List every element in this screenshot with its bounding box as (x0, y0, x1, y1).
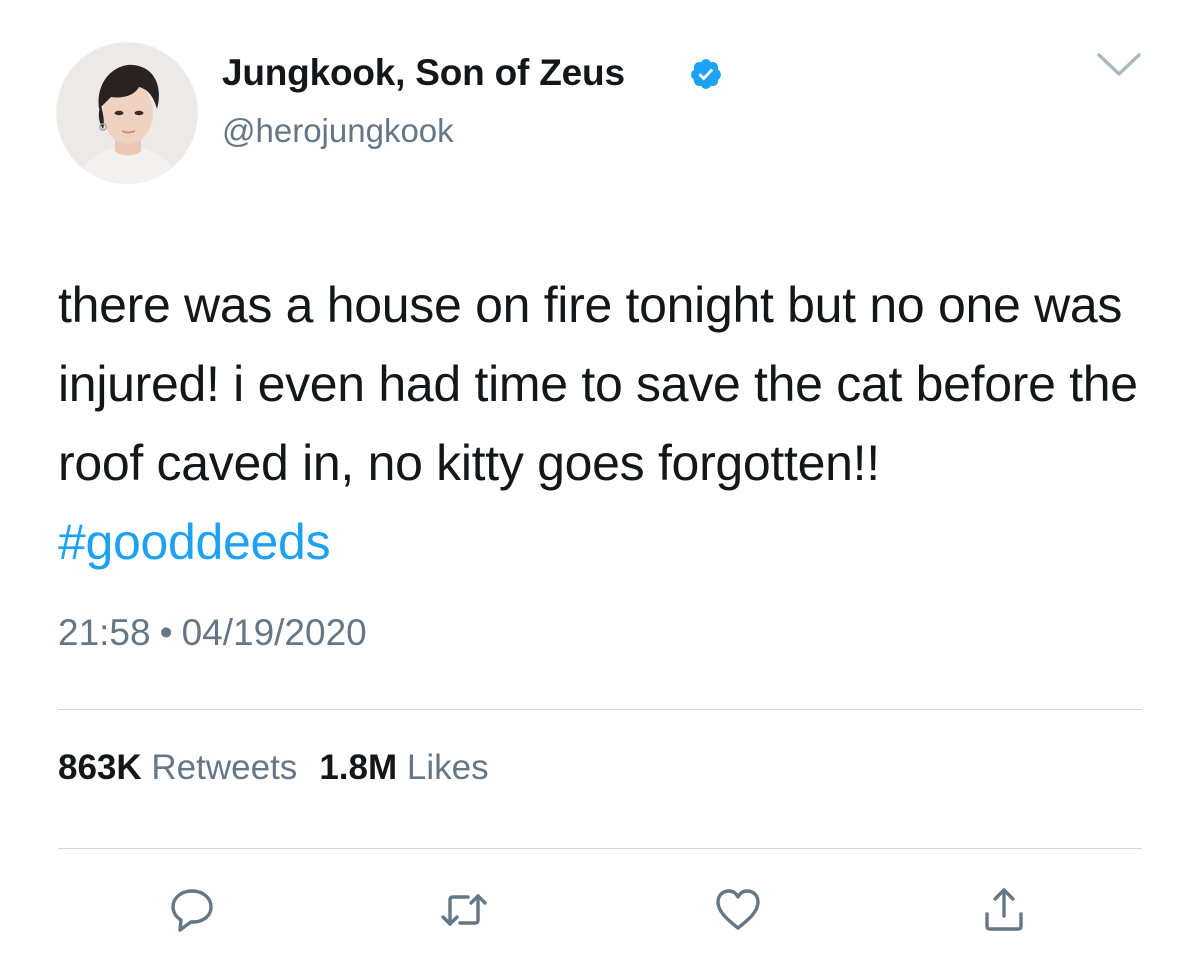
hashtag-link[interactable]: #gooddeeds (58, 514, 331, 570)
retweets-label: Retweets (151, 748, 298, 787)
chevron-down-icon[interactable] (1095, 50, 1143, 80)
likes-count: 1.8M (319, 748, 398, 787)
reply-icon (171, 889, 213, 932)
likes-stat[interactable]: 1.8M Likes (319, 748, 488, 787)
tweet-stats: 863K Retweets 1.8M Likes (58, 748, 489, 788)
display-name[interactable]: Jungkook, Son of Zeus (222, 52, 625, 94)
divider (58, 848, 1142, 849)
reply-button[interactable] (166, 884, 218, 936)
likes-label: Likes (406, 748, 489, 787)
tweet-date: 04/19/2020 (181, 612, 367, 653)
user-handle[interactable]: @herojungkook (222, 112, 454, 150)
profile-photo-icon (57, 43, 197, 183)
heart-icon (716, 889, 760, 930)
retweets-stat[interactable]: 863K Retweets (58, 748, 297, 787)
avatar[interactable] (57, 43, 197, 183)
like-button[interactable] (712, 884, 764, 936)
share-icon (985, 888, 1023, 931)
retweet-button[interactable] (438, 884, 490, 936)
verified-badge-icon (689, 57, 723, 91)
tweet-text: there was a house on fire tonight but no… (58, 266, 1158, 582)
divider (58, 709, 1142, 710)
share-button[interactable] (978, 884, 1030, 936)
retweets-count: 863K (58, 748, 142, 787)
tweet-body: there was a house on fire tonight but no… (58, 277, 1138, 491)
retweet-icon (441, 894, 487, 926)
tweet-time: 21:58 (58, 612, 151, 653)
tweet-timestamp[interactable]: 21:58 • 04/19/2020 (58, 612, 367, 654)
separator-dot: • (159, 612, 173, 653)
tweet-card: Jungkook, Son of Zeus @herojungkook ther… (0, 0, 1200, 964)
